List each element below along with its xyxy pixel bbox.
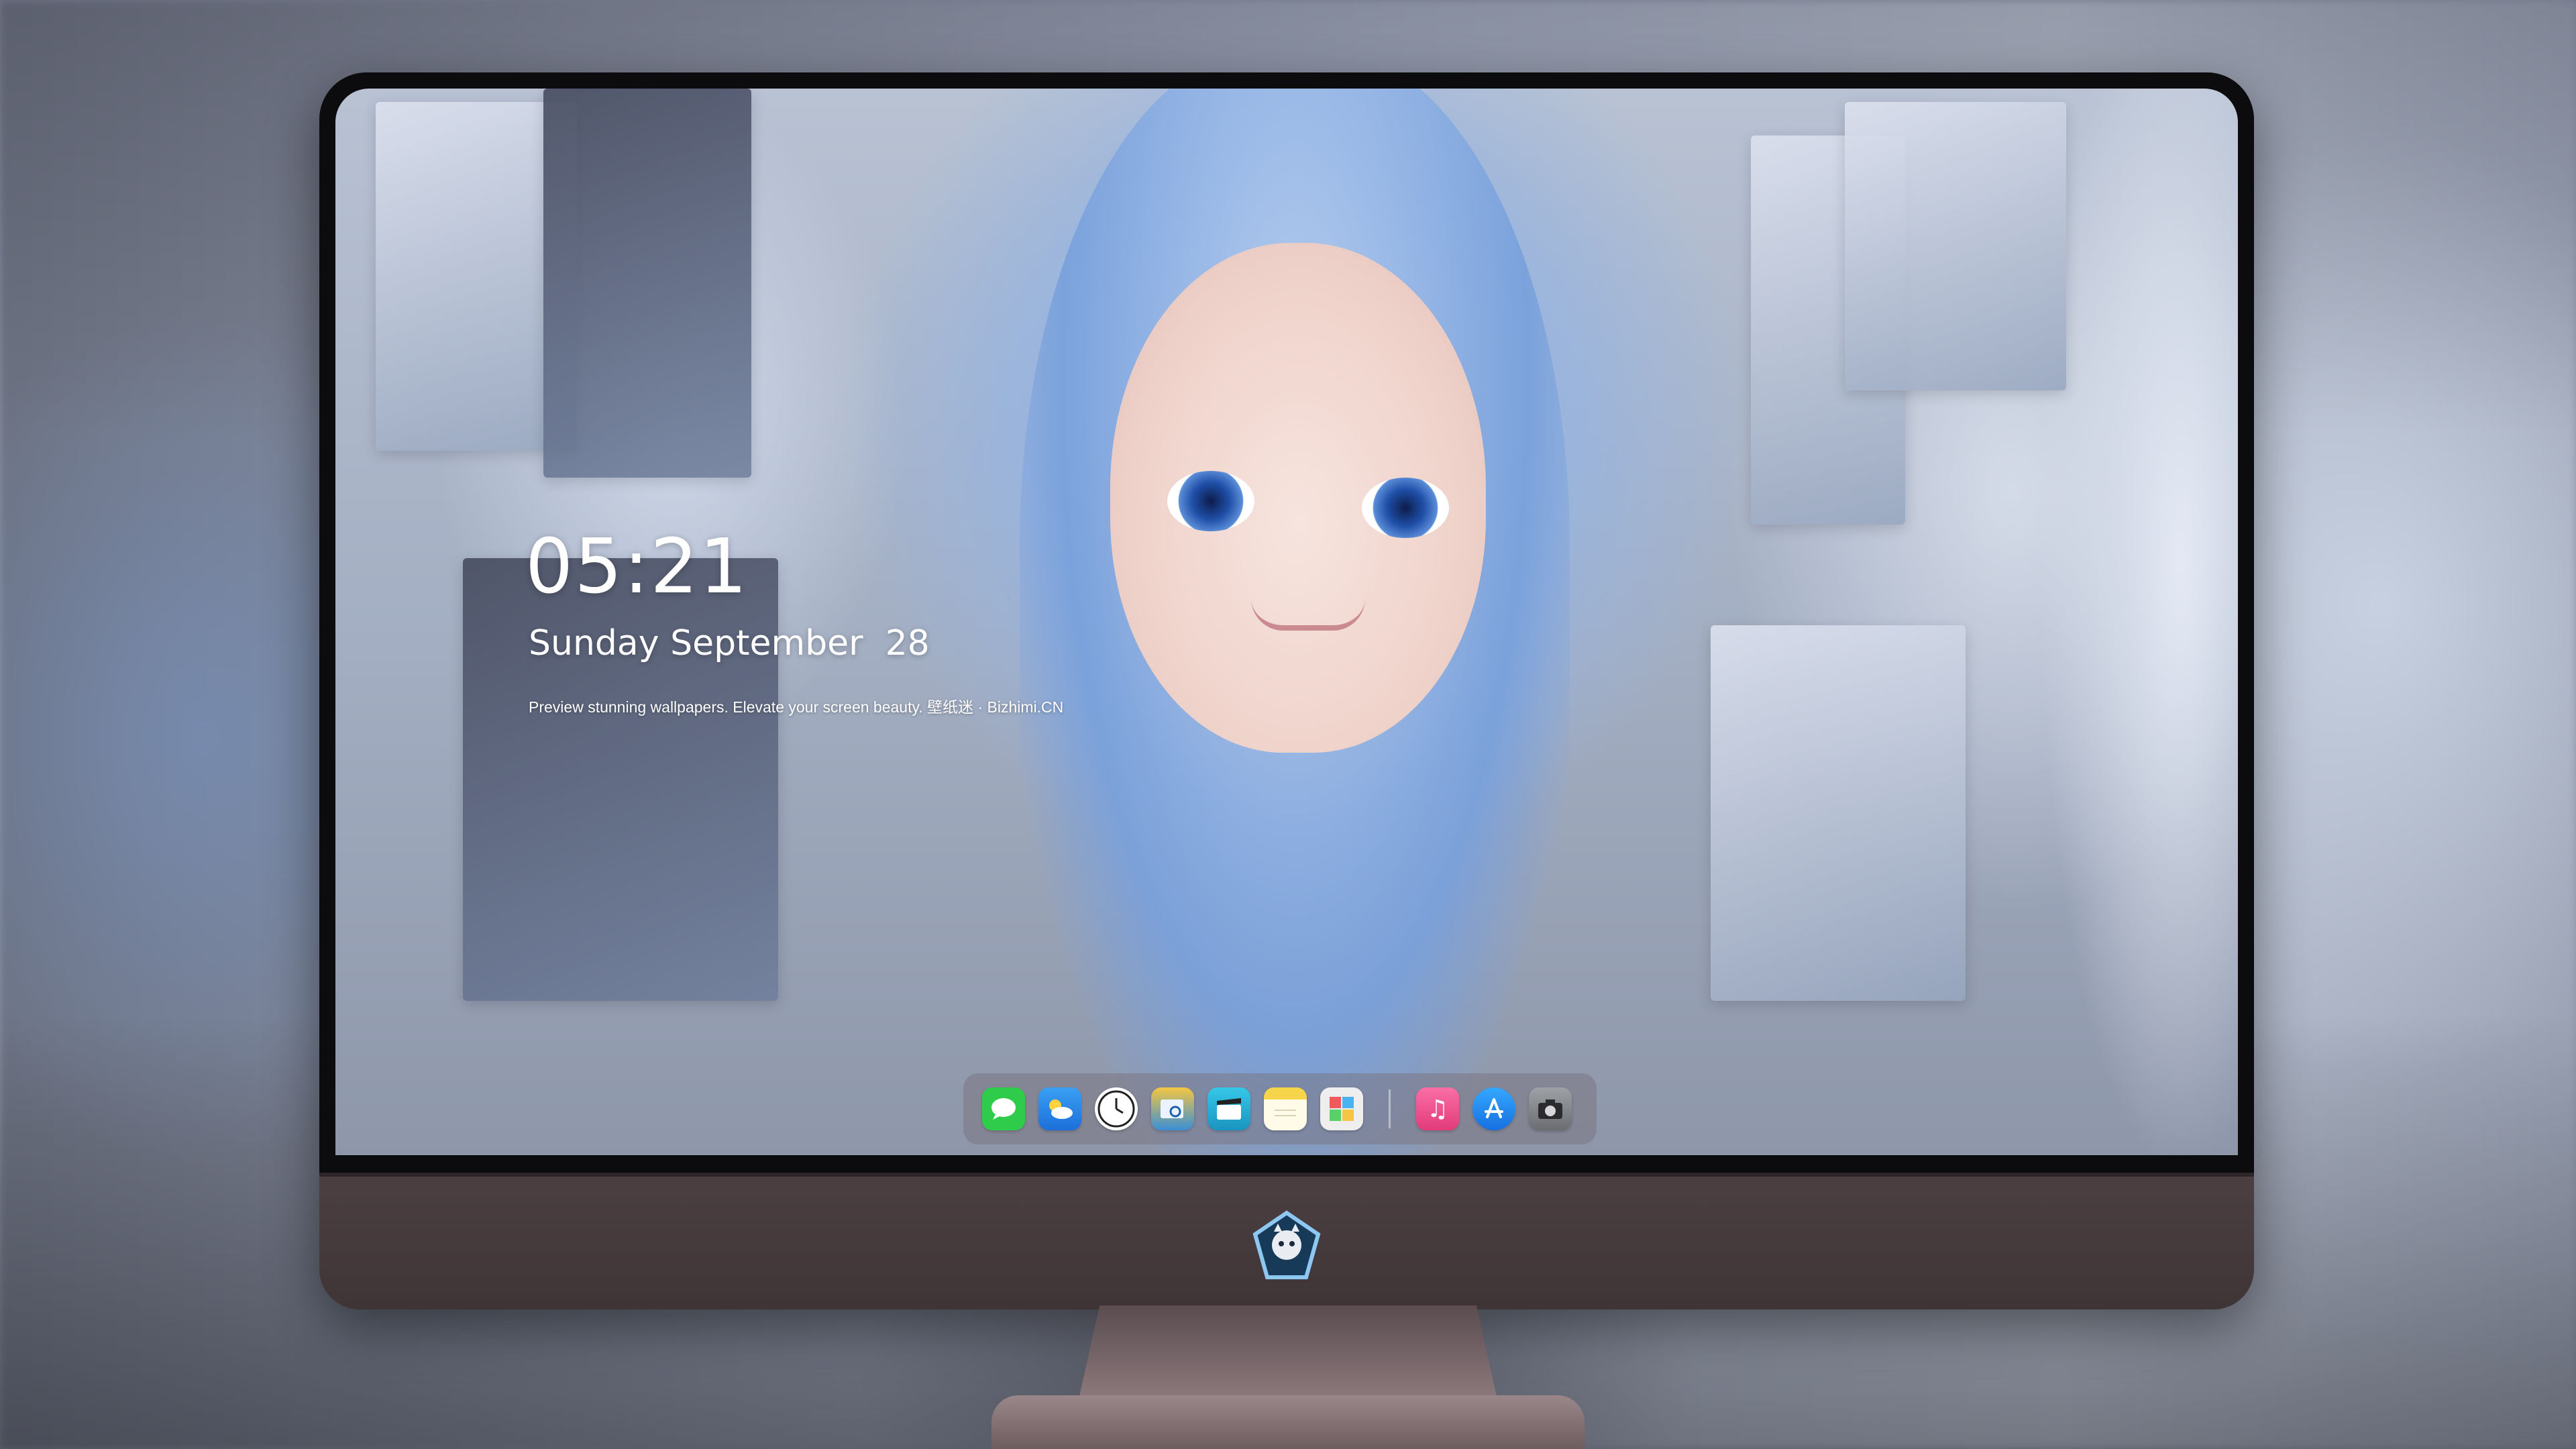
clips-icon[interactable] (1208, 1087, 1250, 1130)
monitor: 05:21 Sunday September 28 Preview stunni… (319, 72, 2254, 1309)
monitor-stand (1079, 1305, 1497, 1399)
monitor-bezel: 05:21 Sunday September 28 Preview stunni… (319, 72, 2254, 1173)
messages-icon[interactable] (982, 1087, 1025, 1130)
preview-icon[interactable] (1151, 1087, 1194, 1130)
wallpaper-eye (1362, 478, 1449, 538)
wallpaper-tagline: Preview stunning wallpapers. Elevate you… (529, 698, 1064, 716)
monitor-stand-base (991, 1395, 1585, 1449)
clock-date: Sunday September 28 (529, 623, 930, 663)
notes-icon[interactable] (1264, 1087, 1307, 1130)
photo-booth-icon[interactable] (1320, 1087, 1363, 1130)
dock-separator (1389, 1089, 1391, 1128)
clock-icon[interactable] (1095, 1087, 1138, 1130)
mascot-logo-icon (1251, 1210, 1322, 1281)
wall-poster (543, 89, 751, 478)
weather-icon[interactable] (1038, 1087, 1081, 1130)
clock-time: 05:21 (525, 523, 749, 610)
wallpaper-smile (1251, 598, 1365, 631)
app-store-icon[interactable] (1472, 1087, 1515, 1130)
monitor-chin (319, 1173, 2254, 1309)
camera-icon[interactable] (1529, 1087, 1572, 1130)
desktop-screen[interactable]: 05:21 Sunday September 28 Preview stunni… (335, 89, 2238, 1155)
wall-poster (1711, 625, 1966, 1001)
wallpaper-eye (1167, 471, 1254, 531)
music-icon[interactable]: ♫ (1416, 1087, 1459, 1130)
wall-poster (1845, 102, 2066, 390)
dock: ♫ (963, 1073, 1597, 1144)
